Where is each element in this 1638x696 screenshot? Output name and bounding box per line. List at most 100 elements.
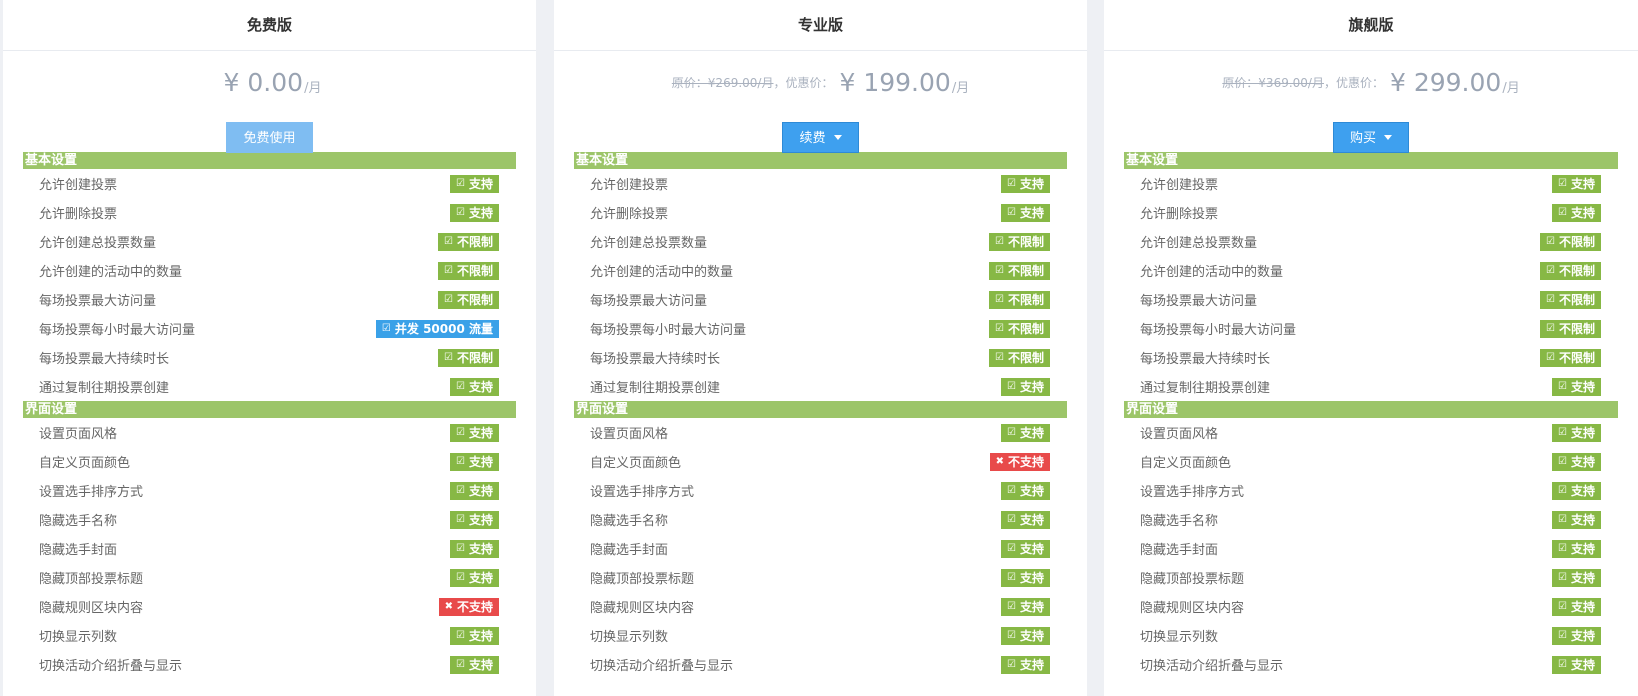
- check-icon: ☑: [1558, 455, 1567, 467]
- badge-label: 不限制: [456, 292, 493, 307]
- badge-label: 支持: [1019, 512, 1044, 527]
- check-icon: ☑: [1558, 600, 1567, 612]
- pricing-plans: 免费版 ¥ 0.00 /月 免费使用 基本设置 允许创建投票 ☑ 支持 允许删除投票 ☑ 支…: [0, 0, 1638, 696]
- check-icon: ☑: [456, 426, 465, 438]
- feature-label: 隐藏顶部投票标题: [39, 572, 144, 587]
- feature-label: 允许删除投票: [590, 207, 669, 222]
- feature-status-badge: ✖ 不支持: [989, 452, 1050, 471]
- sale-price-label: ，优惠价：: [773, 75, 834, 90]
- feature-label: 每场投票最大持续时长: [1140, 352, 1271, 367]
- check-icon: ☑: [381, 322, 391, 334]
- feature-label: 设置页面风格: [1140, 427, 1219, 442]
- buy-button[interactable]: 购买: [1332, 122, 1409, 153]
- feature-status-badge: ☑ 支持: [1552, 423, 1601, 442]
- feature-status-badge: ☑ 支持: [450, 539, 499, 558]
- section-header: 基本设置: [1124, 152, 1618, 169]
- badge-label: 支持: [468, 541, 493, 556]
- check-icon: ☑: [995, 322, 1004, 334]
- feature-row: 每场投票最大访问量 ☑ 不限制: [1104, 285, 1638, 314]
- original-price: 原价：¥369.00/月: [1222, 74, 1324, 91]
- feature-status-badge: ☑ 支持: [450, 203, 499, 222]
- badge-label: 支持: [1570, 205, 1595, 220]
- feature-status-badge: ☑ 支持: [450, 510, 499, 529]
- badge-label: 不限制: [1558, 292, 1595, 307]
- feature-label: 隐藏选手名称: [1140, 514, 1219, 529]
- section-header: 基本设置: [574, 152, 1067, 169]
- feature-status-badge: ☑ 支持: [1552, 481, 1601, 500]
- badge-label: 支持: [468, 454, 493, 469]
- feature-row: 设置选手排序方式 ☑ 支持: [1104, 476, 1638, 505]
- feature-status-badge: ☑ 支持: [1001, 510, 1050, 529]
- feature-status-badge: ☑ 支持: [450, 452, 499, 471]
- button-row: 续费: [554, 113, 1087, 153]
- feature-row: 切换活动介绍折叠与显示 ☑ 支持: [1104, 650, 1638, 679]
- feature-row: 允许创建总投票数量 ☑ 不限制: [3, 227, 536, 256]
- check-icon: ☑: [1007, 206, 1016, 218]
- plan-card-free: 免费版 ¥ 0.00 /月 免费使用 基本设置 允许创建投票 ☑ 支持 允许删除投票 ☑ 支…: [3, 0, 536, 696]
- plan-card-flagship: 旗舰版 原价：¥369.00/月 ，优惠价： ¥ 299.00 /月 购买 基本…: [1104, 0, 1638, 696]
- check-icon: ☑: [456, 455, 465, 467]
- feature-label: 允许删除投票: [1140, 207, 1219, 222]
- price-row: 原价：¥269.00/月 ，优惠价： ¥ 199.00 /月: [554, 51, 1087, 113]
- plan-title: 旗舰版: [1104, 0, 1638, 51]
- feature-label: 允许创建的活动中的数量: [39, 265, 183, 280]
- check-icon: ☑: [1007, 177, 1016, 189]
- plan-title: 免费版: [3, 0, 536, 51]
- check-icon: ☑: [444, 235, 453, 247]
- close-icon: ✖: [995, 455, 1004, 467]
- feature-row: 允许删除投票 ☑ 支持: [554, 198, 1087, 227]
- feature-row: 隐藏规则区块内容 ✖ 不支持: [3, 592, 536, 621]
- badge-label: 支持: [468, 628, 493, 643]
- badge-label: 支持: [1019, 628, 1044, 643]
- check-icon: ☑: [1558, 629, 1567, 641]
- feature-status-badge: ☑ 支持: [450, 481, 499, 500]
- feature-status-badge: ☑ 不限制: [1540, 261, 1601, 280]
- feature-label: 隐藏顶部投票标题: [590, 572, 695, 587]
- price-period: /月: [951, 80, 970, 96]
- feature-row: 每场投票每小时最大访问量 ☑ 并发 50000 流量: [3, 314, 536, 343]
- check-icon: ☑: [995, 293, 1004, 305]
- badge-label: 支持: [1570, 379, 1595, 394]
- badge-label: 支持: [1570, 657, 1595, 672]
- badge-label: 支持: [1019, 599, 1044, 614]
- feature-row: 允许创建的活动中的数量 ☑ 不限制: [1104, 256, 1638, 285]
- feature-label: 设置选手排序方式: [39, 485, 144, 500]
- feature-row: 每场投票最大访问量 ☑ 不限制: [3, 285, 536, 314]
- feature-row: 通过复制往期投票创建 ☑ 支持: [1104, 372, 1638, 401]
- feature-row: 允许创建投票 ☑ 支持: [554, 169, 1087, 198]
- feature-status-badge: ☑ 支持: [1001, 568, 1050, 587]
- price-period: /月: [304, 80, 322, 96]
- feature-row: 切换显示列数 ☑ 支持: [3, 621, 536, 650]
- feature-row: 隐藏选手名称 ☑ 支持: [1104, 505, 1638, 534]
- feature-status-badge: ☑ 并发 50000 流量: [375, 319, 499, 338]
- feature-row: 隐藏顶部投票标题 ☑ 支持: [3, 563, 536, 592]
- feature-status-badge: ☑ 支持: [1552, 568, 1601, 587]
- feature-row: 每场投票最大持续时长 ☑ 不限制: [1104, 343, 1638, 372]
- feature-status-badge: ☑ 不限制: [1540, 290, 1601, 309]
- feature-row: 每场投票最大访问量 ☑ 不限制: [554, 285, 1087, 314]
- feature-status-badge: ☑ 不限制: [989, 232, 1050, 251]
- check-icon: ☑: [444, 293, 453, 305]
- feature-status-badge: ☑ 不限制: [438, 290, 499, 309]
- feature-row: 自定义页面颜色 ✖ 不支持: [554, 447, 1087, 476]
- feature-status-badge: ☑ 支持: [1001, 174, 1050, 193]
- feature-label: 自定义页面颜色: [1140, 456, 1232, 471]
- feature-label: 切换显示列数: [39, 630, 118, 645]
- feature-row: 允许创建投票 ☑ 支持: [1104, 169, 1638, 198]
- feature-row: 隐藏选手封面 ☑ 支持: [554, 534, 1087, 563]
- check-icon: ☑: [995, 351, 1004, 363]
- feature-label: 设置选手排序方式: [1140, 485, 1245, 500]
- badge-label: 不限制: [1007, 263, 1044, 278]
- button-label: 免费使用: [243, 130, 296, 145]
- feature-label: 允许创建总投票数量: [1140, 236, 1258, 251]
- feature-row: 允许删除投票 ☑ 支持: [3, 198, 536, 227]
- badge-label: 不限制: [1558, 321, 1595, 336]
- feature-row: 隐藏选手封面 ☑ 支持: [3, 534, 536, 563]
- feature-label: 允许删除投票: [39, 207, 118, 222]
- feature-row: 隐藏选手名称 ☑ 支持: [554, 505, 1087, 534]
- renew-button[interactable]: 续费: [782, 122, 859, 153]
- feature-status-badge: ☑ 支持: [1001, 203, 1050, 222]
- feature-row: 自定义页面颜色 ☑ 支持: [1104, 447, 1638, 476]
- free-use-button[interactable]: 免费使用: [226, 122, 313, 153]
- badge-label: 支持: [1019, 570, 1044, 585]
